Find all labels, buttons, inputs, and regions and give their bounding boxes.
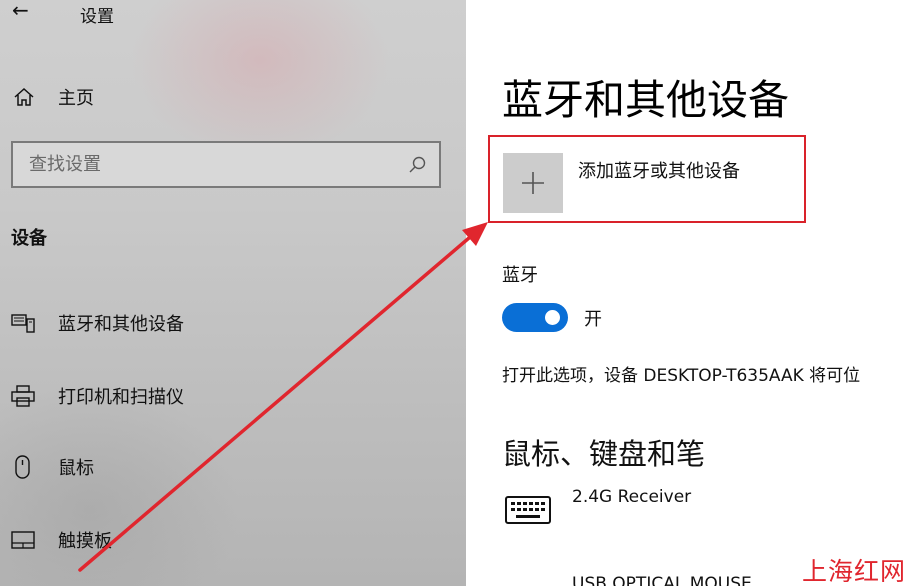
sidebar-item-label: 蓝牙和其他设备 [58, 314, 184, 335]
sidebar-item-touchpad[interactable]: 触摸板 [10, 525, 112, 555]
watermark: 上海红网 [802, 557, 907, 586]
touchpad-icon [11, 531, 35, 549]
add-device-label[interactable]: 添加蓝牙或其他设备 [578, 157, 740, 183]
printer-icon [11, 385, 35, 407]
sidebar-item-label: 主页 [58, 88, 94, 109]
device-name[interactable]: USB OPTICAL MOUSE [572, 574, 752, 586]
plus-icon [522, 172, 544, 194]
bluetooth-devices-icon [11, 314, 35, 333]
sidebar-item-label: 打印机和扫描仪 [58, 387, 184, 408]
keyboard-icon [505, 496, 551, 524]
page-title: 蓝牙和其他设备 [502, 76, 789, 124]
main-content: 蓝牙和其他设备 添加蓝牙或其他设备 蓝牙 开 打开此选项，设备 DESKTOP-… [466, 0, 910, 586]
home-icon [14, 87, 34, 106]
bluetooth-toggle[interactable] [502, 303, 568, 332]
sidebar-item-home[interactable]: 主页 [12, 84, 94, 110]
sidebar: ← 设置 主页 设备 蓝牙和其他设备 打印机和扫描仪 [0, 0, 466, 586]
app-title: 设置 [80, 7, 114, 27]
bluetooth-heading: 蓝牙 [502, 265, 538, 286]
sidebar-item-mouse[interactable]: 鼠标 [10, 452, 94, 482]
search-icon[interactable] [407, 155, 427, 175]
back-button[interactable]: ← [12, 0, 29, 20]
add-device-button[interactable] [503, 153, 563, 213]
search-box[interactable] [11, 141, 441, 188]
sidebar-item-label: 鼠标 [58, 458, 94, 479]
toggle-knob [545, 310, 560, 325]
mouse-icon [15, 455, 30, 479]
sidebar-item-label: 触摸板 [58, 531, 112, 552]
sidebar-item-bluetooth[interactable]: 蓝牙和其他设备 [10, 308, 184, 338]
discoverable-description: 打开此选项，设备 DESKTOP-T635AAK 将可位 [502, 366, 861, 386]
add-device-highlight: 添加蓝牙或其他设备 [488, 135, 806, 223]
search-input[interactable] [29, 154, 389, 175]
mouse-keyboard-heading: 鼠标、键盘和笔 [502, 437, 706, 471]
back-arrow-icon: ← [12, 0, 29, 22]
device-name[interactable]: 2.4G Receiver [572, 487, 691, 507]
section-heading: 设备 [11, 228, 47, 249]
sidebar-item-printers[interactable]: 打印机和扫描仪 [10, 381, 184, 411]
bluetooth-state-label: 开 [584, 309, 602, 330]
